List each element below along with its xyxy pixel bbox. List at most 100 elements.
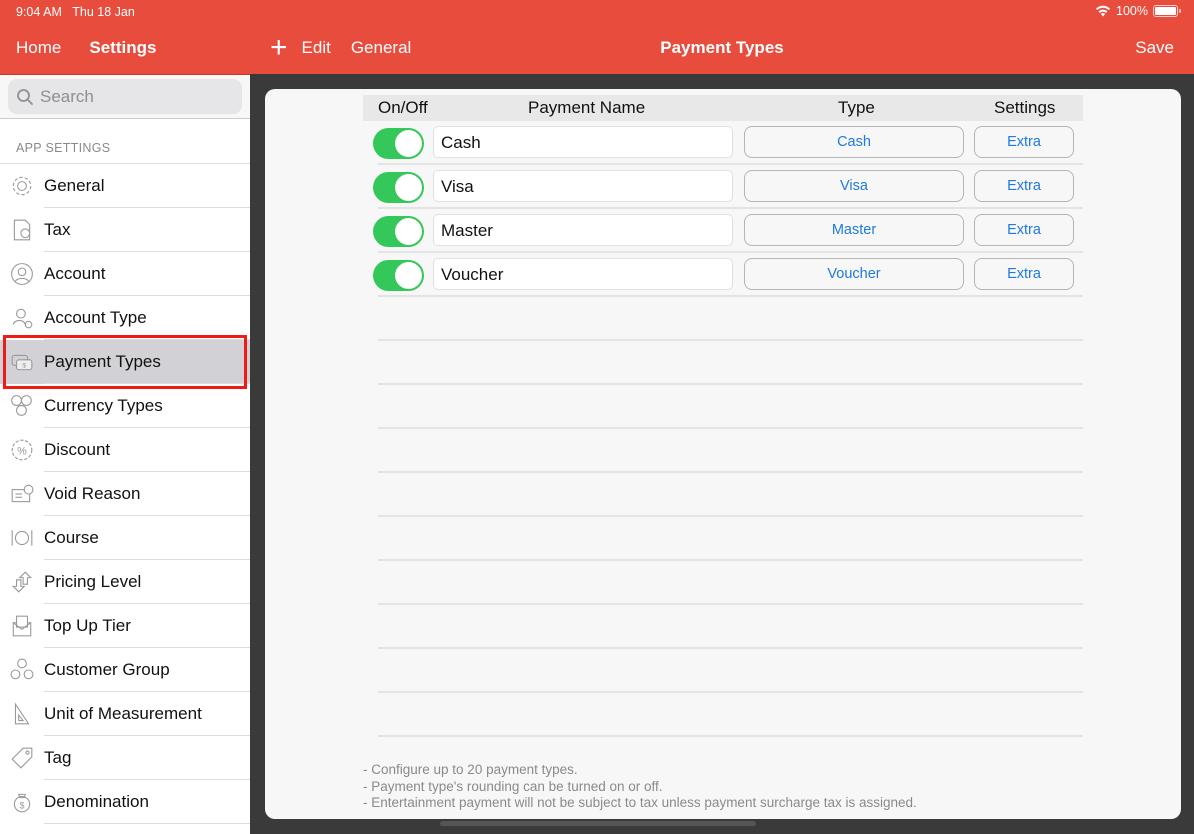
general-button[interactable]: General: [351, 38, 411, 58]
payment-name-field[interactable]: Master: [433, 214, 733, 246]
sidebar-item-pricing-level[interactable]: Pricing Level: [0, 560, 250, 604]
table-row: Visa Visa Extra: [373, 165, 1083, 209]
sidebar-item-label: Tag: [44, 748, 72, 767]
sidebar-item-label: Customer Group: [44, 660, 170, 679]
header-on-off: On/Off: [378, 98, 428, 117]
sidebar-item-account-type[interactable]: Account Type: [0, 296, 250, 340]
save-button[interactable]: Save: [1135, 38, 1174, 58]
ruler-triangle-icon: [0, 702, 44, 726]
sidebar-item-account[interactable]: Account: [0, 252, 250, 296]
sidebar-item-top-up-tier[interactable]: Top Up Tier: [0, 604, 250, 648]
payment-name-field[interactable]: Voucher: [433, 258, 733, 290]
sidebar-item-tax[interactable]: Tax: [0, 208, 250, 252]
sidebar-item-currency-types[interactable]: Currency Types: [0, 384, 250, 428]
type-button[interactable]: Visa: [744, 170, 964, 202]
enabled-toggle[interactable]: [373, 216, 424, 247]
tag-icon: [0, 746, 44, 770]
row-separator: [378, 471, 1083, 473]
sidebar-item-label: Payment Types: [44, 352, 161, 371]
extra-settings-button[interactable]: Extra: [974, 258, 1074, 290]
battery-icon: [1153, 5, 1181, 17]
sidebar-item-void-reason[interactable]: Void Reason: [0, 472, 250, 516]
search-input[interactable]: Search: [8, 79, 242, 114]
row-separator: [378, 559, 1083, 561]
sidebar-item-label: Tax: [44, 220, 71, 239]
envelope-dollar-icon: [0, 614, 44, 638]
content-panel: On/Off Payment Name Type Settings Cash Ca…: [265, 89, 1181, 819]
scroll-indicator[interactable]: [440, 821, 756, 826]
search-icon: [17, 88, 33, 105]
sidebar-item-label: Currency Types: [44, 396, 163, 415]
search-placeholder: Search: [40, 86, 94, 106]
sidebar-item-denomination[interactable]: $ Denomination: [0, 780, 250, 824]
extra-settings-button[interactable]: Extra: [974, 126, 1074, 158]
header-type: Type: [838, 98, 875, 117]
note-line: - Payment type's rounding can be turned …: [363, 778, 663, 794]
svg-text:$: $: [22, 362, 26, 369]
home-button[interactable]: Home: [16, 38, 61, 58]
type-button[interactable]: Cash: [744, 126, 964, 158]
battery-percent: 100%: [1116, 4, 1148, 18]
sidebar-item-label: Account: [44, 264, 106, 283]
plate-cutlery-icon: [0, 526, 44, 550]
status-indicators: 100%: [1095, 4, 1181, 18]
extra-settings-button[interactable]: Extra: [974, 170, 1074, 202]
enabled-toggle[interactable]: [373, 128, 424, 159]
top-bar: 9:04 AM Thu 18 Jan 100% Home Settings + …: [0, 0, 1194, 74]
add-icon[interactable]: +: [270, 33, 288, 63]
svg-text:$: $: [20, 801, 25, 811]
header-payment-name: Payment Name: [528, 98, 646, 117]
void-ticket-icon: [0, 482, 44, 506]
extra-settings-button[interactable]: Extra: [974, 214, 1074, 246]
sidebar-item-label: Discount: [44, 440, 111, 459]
page-title: Payment Types: [660, 38, 784, 57]
type-button[interactable]: Master: [744, 214, 964, 246]
tax-document-icon: [0, 218, 44, 242]
sidebar-item-general[interactable]: General: [0, 164, 250, 208]
enabled-toggle[interactable]: [373, 172, 424, 203]
row-separator: [378, 647, 1083, 649]
table-header: On/Off Payment Name Type Settings: [363, 95, 1083, 121]
sidebar-item-course[interactable]: Course: [0, 516, 250, 560]
help-notes: - Configure up to 20 payment types. - Pa…: [363, 762, 917, 812]
table-row: Cash Cash Extra: [373, 121, 1083, 165]
svg-text:%: %: [17, 445, 27, 457]
sidebar-item-label: Unit of Measurement: [44, 704, 202, 723]
type-button[interactable]: Voucher: [744, 258, 964, 290]
sidebar-item-label: Account Type: [44, 308, 147, 327]
status-time: 9:04 AM Thu 18 Jan: [16, 5, 135, 19]
sidebar-item-payment-types[interactable]: $ Payment Types: [0, 340, 250, 384]
sidebar-item-unit-of-measurement[interactable]: Unit of Measurement: [0, 692, 250, 736]
enabled-toggle[interactable]: [373, 260, 424, 291]
sidebar-item-label: General: [44, 176, 105, 195]
note-line: - Configure up to 20 payment types.: [363, 762, 578, 777]
edit-button[interactable]: Edit: [302, 38, 331, 58]
payment-name-field[interactable]: Visa: [433, 170, 733, 202]
percent-badge-icon: %: [0, 438, 44, 462]
cash-icon: $: [0, 350, 44, 374]
row-separator: [378, 603, 1083, 605]
person-gear-icon: [0, 306, 44, 330]
table-row: Master Master Extra: [373, 209, 1083, 253]
sidebar-item-label: Pricing Level: [44, 572, 142, 591]
row-separator: [378, 427, 1083, 429]
sidebar-item-label: Top Up Tier: [44, 616, 131, 635]
row-separator: [378, 691, 1083, 693]
group-icon: [0, 658, 44, 682]
header-settings: Settings: [994, 98, 1056, 117]
row-separator: [378, 515, 1083, 517]
table-row: Voucher Voucher Extra: [373, 253, 1083, 297]
sidebar-item-label: Denomination: [44, 792, 149, 811]
currency-icon: [0, 394, 44, 418]
row-separator: [378, 383, 1083, 385]
row-separator: [378, 735, 1083, 737]
note-line: - Entertainment payment will not be subj…: [363, 795, 917, 810]
payment-name-field[interactable]: Cash: [433, 126, 733, 158]
row-separator: [378, 339, 1083, 341]
sidebar-item-label: Course: [44, 528, 99, 547]
sidebar-item-tag[interactable]: Tag: [0, 736, 250, 780]
section-header: APP SETTINGS: [0, 119, 250, 164]
sidebar-item-customer-group[interactable]: Customer Group: [0, 648, 250, 692]
sidebar-item-discount[interactable]: % Discount: [0, 428, 250, 472]
wifi-icon: [1096, 5, 1111, 17]
